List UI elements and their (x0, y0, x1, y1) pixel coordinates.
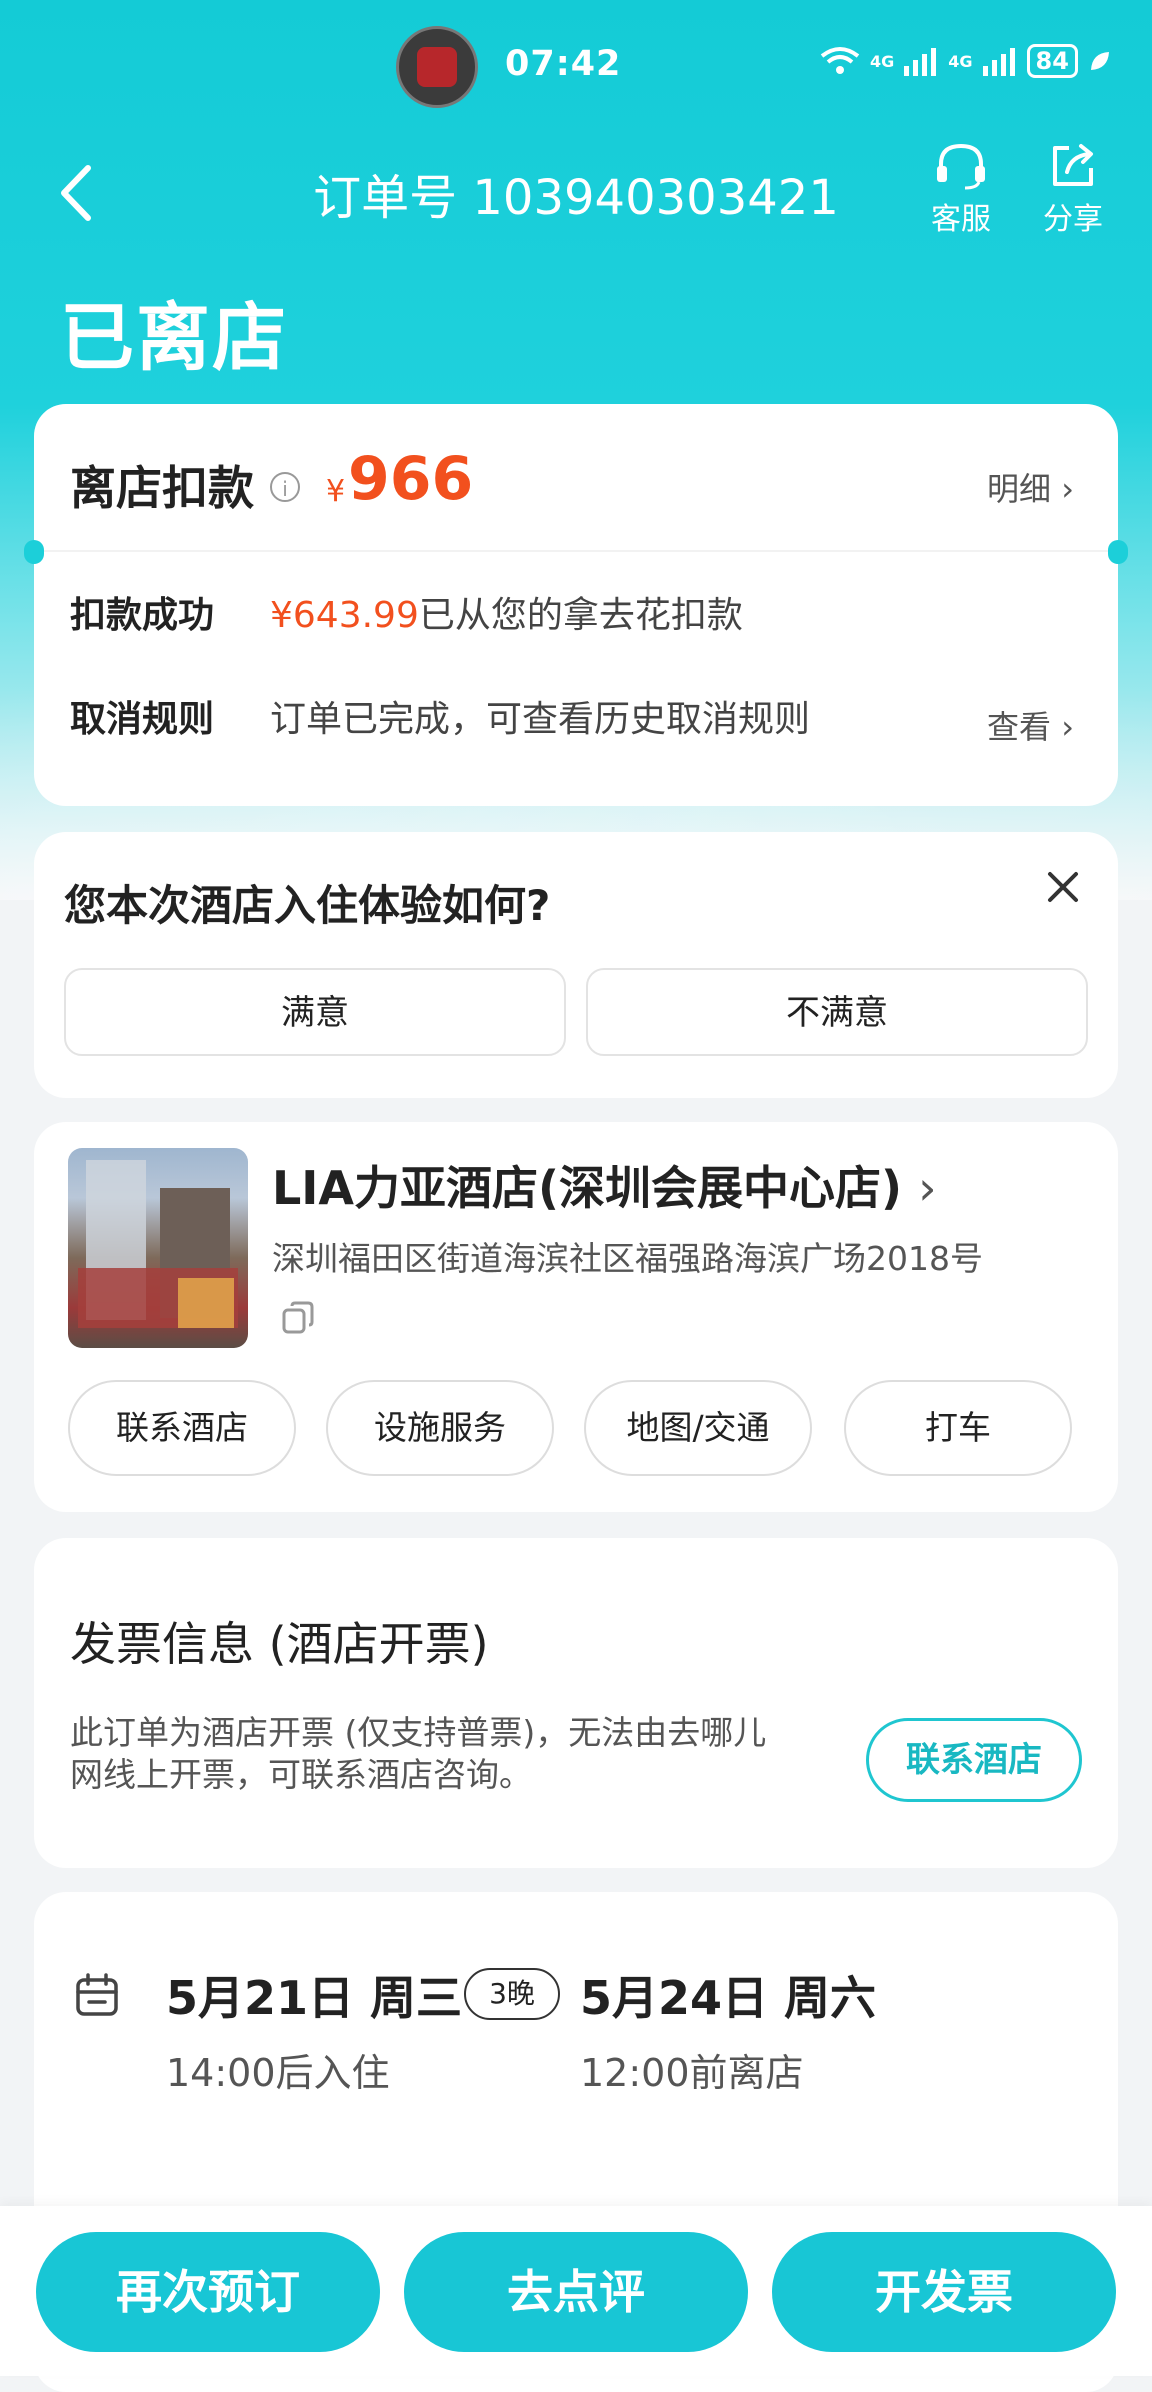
hotel-address: 深圳福田区街道海滨社区福强路海滨广场2018号 (272, 1239, 983, 1278)
settlement-title: 离店扣款 (70, 461, 254, 515)
map-transport-button[interactable]: 地图/交通 (584, 1380, 812, 1476)
app-avatar-icon (396, 26, 478, 108)
headset-icon (937, 143, 985, 190)
network-label-1: 4G (870, 51, 895, 71)
leaf-icon (1090, 52, 1109, 70)
close-icon[interactable] (1038, 862, 1088, 912)
battery-icon: 84 (1026, 44, 1078, 78)
deduct-amount: ¥643.99 (270, 595, 419, 636)
deduct-text: 已从您的拿去花扣款 (418, 595, 743, 636)
settlement-amount: 966 (348, 444, 474, 514)
rebook-button[interactable]: 再次预订 (36, 2232, 380, 2352)
hotel-card: LIA力亚酒店(深圳会展中心店) › 深圳福田区街道海滨社区福强路海滨广场201… (34, 1122, 1118, 1512)
info-icon[interactable]: i (270, 472, 300, 502)
signal-icon (904, 48, 937, 76)
settlement-card: 离店扣款 i ¥ 966 明细 › 扣款成功 ¥643.99已从您的拿去花扣款 … (24, 404, 1128, 806)
status-time: 07:42 (505, 44, 622, 84)
network-label-2: 4G (948, 51, 973, 71)
share-icon (1053, 144, 1093, 186)
checkout-time: 12:00前离店 (580, 2051, 804, 2095)
checkin-date: 5月21日 周三 (166, 1971, 463, 2025)
card-notch-left (24, 540, 44, 564)
deduct-value: ¥643.99已从您的拿去花扣款 (270, 586, 743, 638)
share-label: 分享 (1043, 202, 1103, 237)
checkout-date: 5月24日 周六 (580, 1971, 877, 2025)
invoice-title: 发票信息 (酒店开票) (70, 1617, 489, 1671)
chevron-right-icon: › (1061, 708, 1074, 746)
contact-hotel-button[interactable]: 联系酒店 (68, 1380, 296, 1476)
review-button[interactable]: 去点评 (404, 2232, 748, 2352)
facilities-button[interactable]: 设施服务 (326, 1380, 554, 1476)
invoice-desc-line1: 此订单为酒店开票 (仅支持普票)，无法由去哪儿 (70, 1713, 767, 1752)
invoice-card: 发票信息 (酒店开票) 此订单为酒店开票 (仅支持普票)，无法由去哪儿 网线上开… (34, 1538, 1118, 1868)
card-notch-right (1108, 540, 1128, 564)
share-button[interactable]: 分享 (1028, 140, 1118, 238)
chevron-right-icon: › (918, 1161, 937, 1215)
chevron-right-icon: › (1061, 470, 1074, 508)
satisfied-button[interactable]: 满意 (64, 968, 566, 1056)
cancel-rule-label: 取消规则 (70, 699, 215, 740)
divider (34, 550, 1118, 552)
signal-icon-2 (982, 48, 1015, 76)
checkin-time: 14:00后入住 (166, 2051, 390, 2095)
system-icons: 4G 4G 84 (820, 44, 1112, 78)
hotel-name-link[interactable]: LIA力亚酒店(深圳会展中心店) › (272, 1152, 937, 1218)
invoice-desc-line2: 网线上开票，可联系酒店咨询。 (70, 1755, 532, 1794)
hotel-photo[interactable] (68, 1148, 248, 1348)
bottom-action-bar: 再次预订 去点评 开发票 (0, 2206, 1152, 2376)
unsatisfied-button[interactable]: 不满意 (586, 968, 1088, 1056)
nav-bar: 订单号 103940303421 客服 分享 (0, 140, 1152, 250)
invoice-contact-hotel-button[interactable]: 联系酒店 (866, 1718, 1082, 1802)
hotel-name: LIA力亚酒店(深圳会展中心店) (272, 1161, 903, 1215)
copy-icon[interactable] (280, 1300, 316, 1336)
page-title: 已离店 (60, 295, 288, 381)
wifi-icon (820, 47, 860, 74)
cancel-rule-text: 订单已完成，可查看历史取消规则 (270, 699, 811, 740)
status-bar: 07:42 4G 4G 84 (0, 0, 1152, 130)
view-cancel-rule-link[interactable]: 查看 › (987, 702, 1074, 748)
calendar-icon (76, 1973, 118, 2016)
taxi-button[interactable]: 打车 (844, 1380, 1072, 1476)
invoice-description: 此订单为酒店开票 (仅支持普票)，无法由去哪儿 网线上开票，可联系酒店咨询。 (70, 1712, 850, 1796)
currency-symbol: ¥ (326, 474, 346, 509)
issue-invoice-button[interactable]: 开发票 (772, 2232, 1116, 2352)
detail-link[interactable]: 明细 › (987, 464, 1074, 510)
detail-label: 明细 (987, 470, 1052, 508)
view-label: 查看 (987, 708, 1052, 746)
survey-question: 您本次酒店入住体验如何? (64, 881, 551, 930)
customer-service-button[interactable]: 客服 (916, 140, 1006, 238)
service-label: 客服 (931, 202, 991, 237)
nights-badge: 3晚 (464, 1968, 560, 2020)
experience-survey-card: 您本次酒店入住体验如何? 满意 不满意 (34, 832, 1118, 1098)
deduct-label: 扣款成功 (70, 595, 215, 636)
